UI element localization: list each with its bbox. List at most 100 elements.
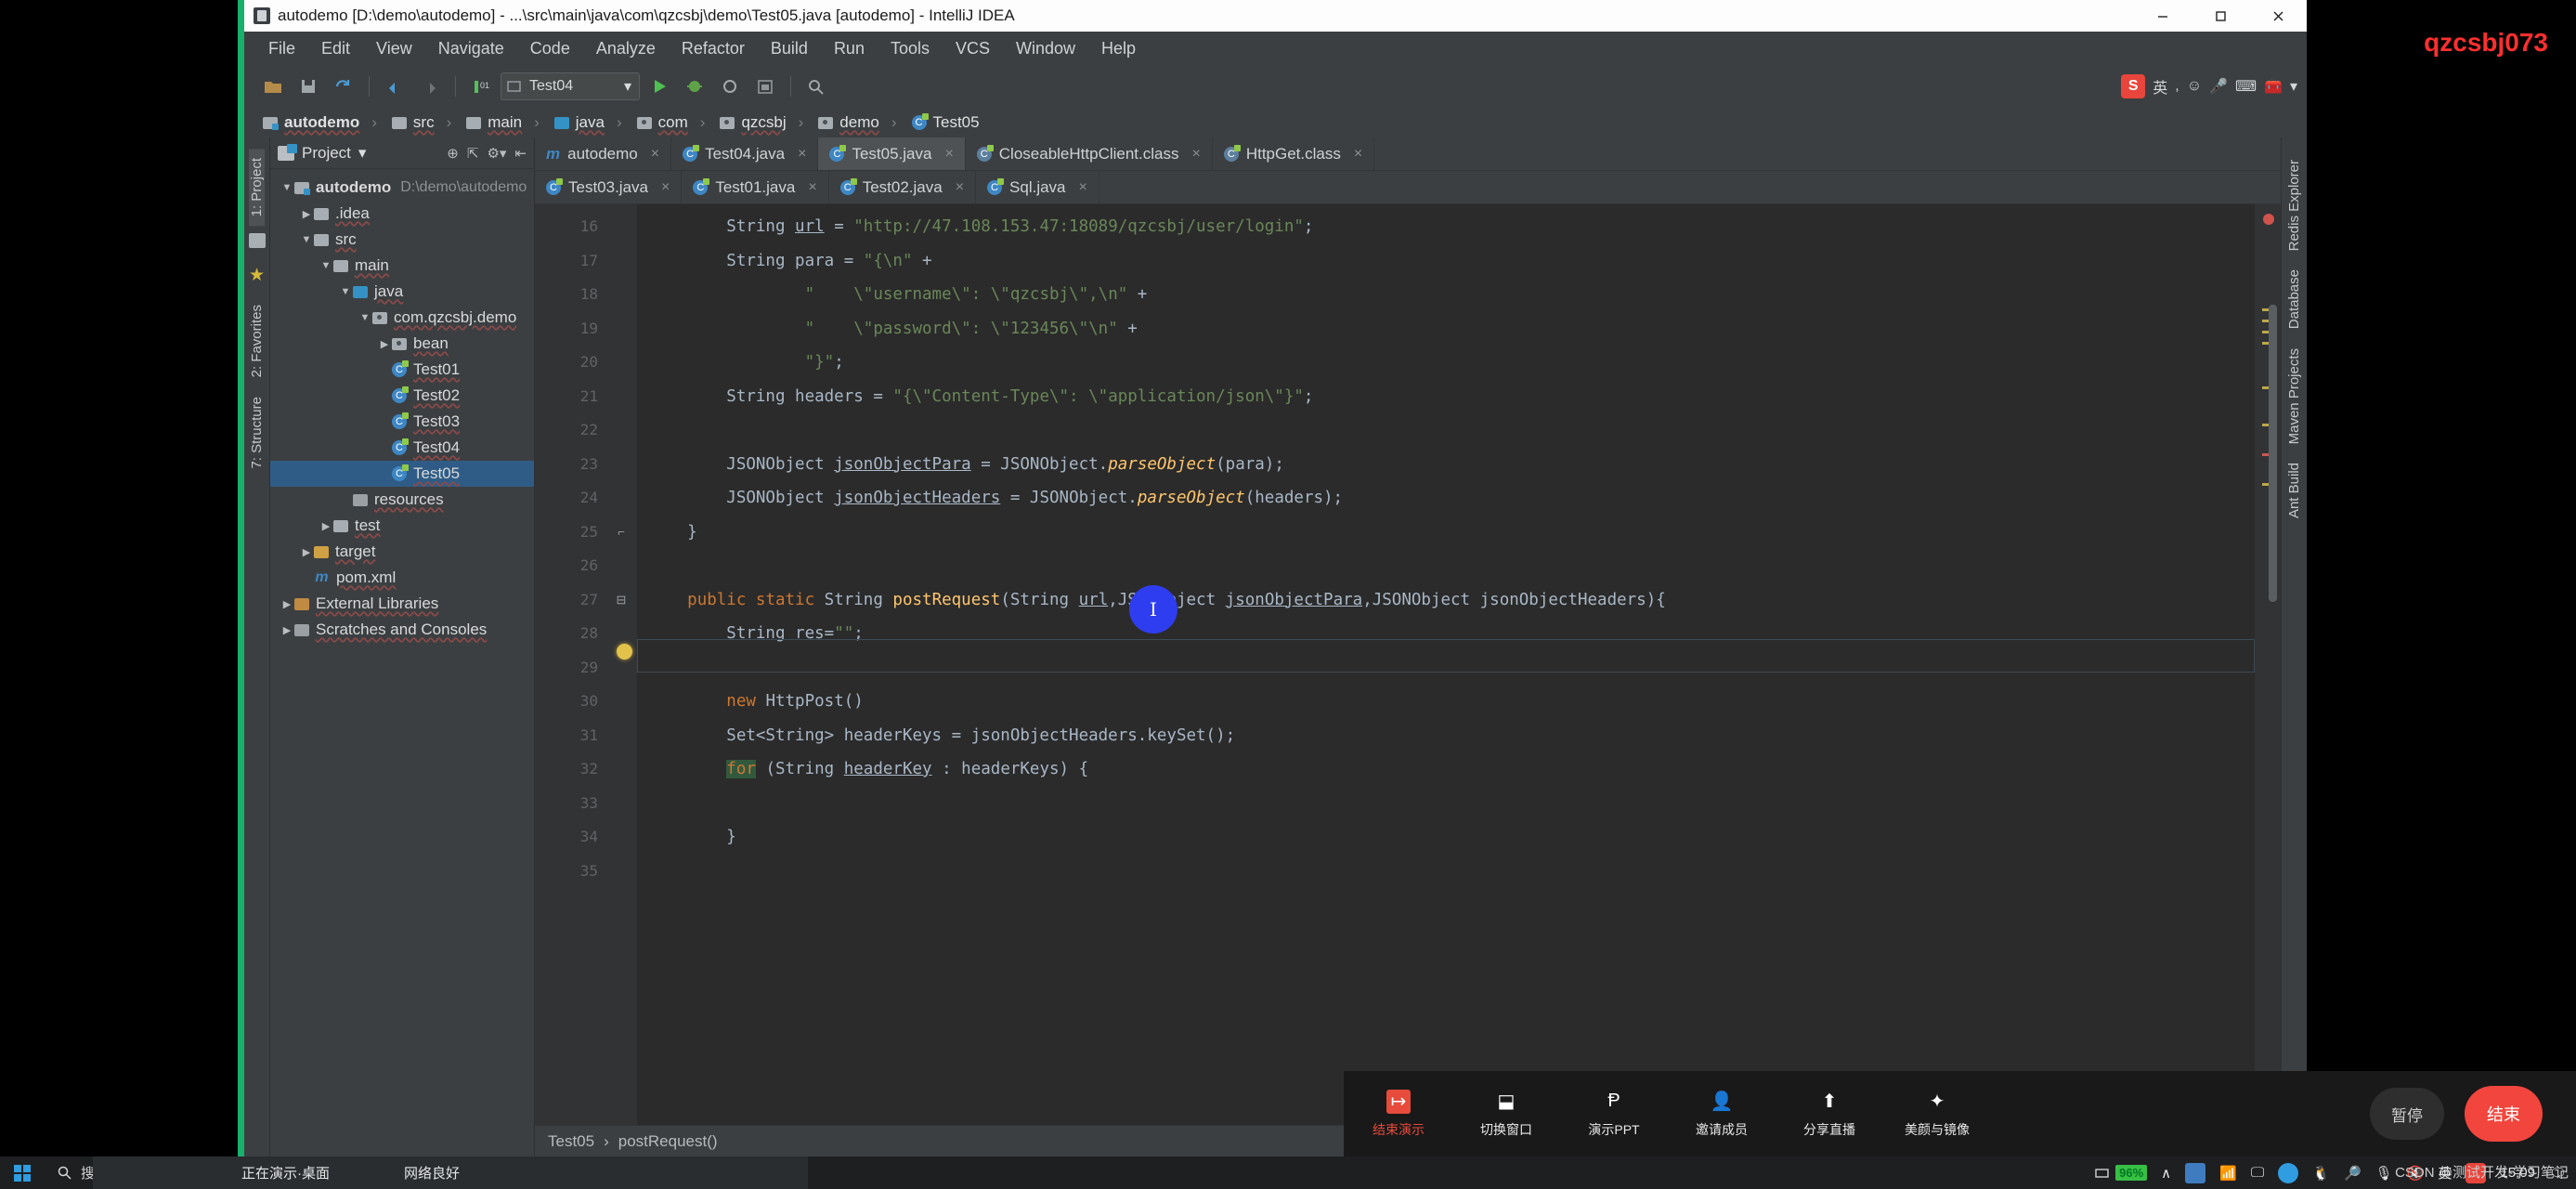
code-line[interactable]: String headers = "{\"Content-Type\": \"a… <box>648 380 2281 414</box>
code-line[interactable]: String url = "http://47.108.153.47:18089… <box>648 210 2281 244</box>
tree-toggle-icon[interactable]: ▼ <box>338 286 353 297</box>
code-line[interactable] <box>648 651 2281 686</box>
tray-penguin-icon[interactable]: 🐧 <box>2312 1165 2330 1182</box>
ime-language-label[interactable]: 英 <box>2153 75 2167 98</box>
tree-item-autodemo[interactable]: ▼ autodemo D:\demo\autodemo <box>270 175 534 201</box>
project-tree[interactable]: ▼ autodemo D:\demo\autodemo ▶ .idea ▼ src ▼ main… <box>270 169 534 643</box>
ime-mic-icon[interactable]: 🎤 <box>2209 77 2228 96</box>
tray-app-icon-1[interactable] <box>2185 1162 2206 1183</box>
close-button[interactable] <box>2249 0 2307 32</box>
tray-cloud-icon[interactable] <box>2278 1162 2299 1183</box>
tree-toggle-icon[interactable]: ▼ <box>358 312 372 323</box>
breadcrumb-item-demo[interactable]: demo › <box>814 111 905 134</box>
breadcrumb-item-qzcsbj[interactable]: qzcsbj › <box>716 111 813 134</box>
ime-emoji-icon[interactable]: ☺ <box>2187 78 2202 95</box>
ime-keyboard-icon[interactable]: ⌨ <box>2235 77 2257 96</box>
tree-item-external-libraries[interactable]: ▶ External Libraries <box>270 591 534 617</box>
tree-item-test01[interactable]: C Test01 <box>270 357 534 383</box>
editor-tab-test01-java[interactable]: C Test01.java × <box>682 171 829 203</box>
tree-item-test03[interactable]: C Test03 <box>270 409 534 435</box>
error-count-indicator[interactable] <box>2263 214 2274 225</box>
sidebar-item-redis-explorer[interactable]: Redis Explorer <box>2286 150 2302 260</box>
tree-item-test04[interactable]: C Test04 <box>270 435 534 461</box>
menu-help[interactable]: Help <box>1088 36 1149 61</box>
source-code-text[interactable]: String url = "http://47.108.153.47:18089… <box>637 204 2281 1125</box>
editor-tab-autodemo[interactable]: m autodemo × <box>535 137 672 170</box>
menu-navigate[interactable]: Navigate <box>425 36 517 61</box>
ime-more-icon[interactable]: ▾ <box>2290 77 2297 96</box>
close-icon[interactable]: × <box>651 146 659 163</box>
tree-item-src[interactable]: ▼ src <box>270 227 534 253</box>
sidebar-item-structure[interactable]: 7: Structure <box>249 387 265 478</box>
sync-icon[interactable] <box>328 72 359 101</box>
editor-tab-test04-java[interactable]: C Test04.java × <box>671 137 819 170</box>
editor-tab-test05-java[interactable]: C Test05.java × <box>818 137 966 170</box>
tray-search-icon[interactable]: 🔎 <box>2344 1165 2361 1182</box>
code-fold-icon[interactable]: ⌐ <box>605 516 637 550</box>
close-icon[interactable]: × <box>944 146 953 163</box>
tree-toggle-icon[interactable]: ▶ <box>299 208 314 220</box>
redo-icon[interactable] <box>414 72 446 101</box>
code-line[interactable]: } <box>648 516 2281 550</box>
menu-analyze[interactable]: Analyze <box>583 36 669 61</box>
code-line[interactable]: " \"password\": \"123456\"\n" + <box>648 312 2281 346</box>
close-icon[interactable]: × <box>1079 179 1087 196</box>
gear-icon[interactable]: ⚙▾ <box>487 145 506 162</box>
code-folding-gutter[interactable]: ⌐ ⊟ <box>605 204 637 1125</box>
close-icon[interactable]: × <box>1191 146 1200 163</box>
breadcrumb-item-java[interactable]: java › <box>551 111 631 134</box>
tree-item-test[interactable]: ▶ test <box>270 513 534 539</box>
tree-toggle-icon[interactable]: ▼ <box>280 182 294 193</box>
sidebar-item-maven-projects[interactable]: Maven Projects <box>2286 339 2302 453</box>
sidebar-item-database[interactable]: Database <box>2286 260 2302 338</box>
sidebar-item-ant-build[interactable]: Ant Build <box>2286 453 2302 528</box>
tree-toggle-icon[interactable]: ▶ <box>299 546 314 558</box>
code-line[interactable]: } <box>648 820 2281 855</box>
favorites-star-icon[interactable]: ★ <box>249 265 265 286</box>
end-button[interactable]: 结束 <box>2465 1086 2543 1142</box>
tray-expand-icon[interactable]: ∧ <box>2161 1165 2171 1182</box>
close-icon[interactable]: × <box>798 146 806 163</box>
share-live-button[interactable]: ⬆ 分享直播 <box>1801 1090 1858 1139</box>
tree-toggle-icon[interactable]: ▶ <box>280 598 294 610</box>
tree-item-bean[interactable]: ▶ bean <box>270 331 534 357</box>
close-icon[interactable]: × <box>956 179 964 196</box>
close-icon[interactable]: × <box>661 179 670 196</box>
code-editor[interactable]: 16 17 18 19 20 21 22 23 24 25 26 27 28 29 30 31 32 33 34 35… <box>535 204 2281 1125</box>
breadcrumb-class[interactable]: Test05 <box>548 1132 594 1151</box>
run-coverage-icon[interactable] <box>714 72 746 101</box>
battery-indicator[interactable]: 96% <box>2095 1165 2148 1181</box>
microphone-icon[interactable]: 🎙 <box>2375 1165 2393 1182</box>
search-everywhere-icon[interactable] <box>800 72 832 101</box>
tree-toggle-icon[interactable]: ▶ <box>377 338 392 350</box>
code-line[interactable] <box>648 787 2281 821</box>
tree-toggle-icon[interactable]: ▼ <box>319 260 333 271</box>
profile-icon[interactable] <box>749 72 781 101</box>
tree-item-java[interactable]: ▼ java <box>270 279 534 305</box>
code-line[interactable]: Set<String> headerKeys = jsonObjectHeade… <box>648 719 2281 753</box>
wifi-icon[interactable]: 📶 <box>2219 1165 2237 1182</box>
open-folder-icon[interactable] <box>257 72 289 101</box>
tree-item-target[interactable]: ▶ target <box>270 539 534 565</box>
invite-member-button[interactable]: 👤 邀请成员 <box>1693 1090 1750 1139</box>
menu-edit[interactable]: Edit <box>308 36 363 61</box>
breadcrumb-item-test05[interactable]: C Test05 <box>908 111 989 134</box>
editor-scrollbar-thumb[interactable] <box>2269 305 2277 602</box>
tree-item-test02[interactable]: C Test02 <box>270 383 534 409</box>
breadcrumb-item-src[interactable]: src › <box>388 111 461 134</box>
hide-panel-icon[interactable]: ⇤ <box>514 145 527 162</box>
editor-tab-test03-java[interactable]: C Test03.java × <box>535 171 683 203</box>
save-all-icon[interactable] <box>293 72 324 101</box>
chevron-down-icon[interactable]: ▾ <box>624 77 631 96</box>
close-icon[interactable]: × <box>1354 146 1362 163</box>
tree-item--idea[interactable]: ▶ .idea <box>270 201 534 227</box>
editor-tab-test02-java[interactable]: C Test02.java × <box>829 171 977 203</box>
present-ppt-button[interactable]: Ᵽ 演示PPT <box>1585 1090 1643 1139</box>
menu-file[interactable]: File <box>255 36 308 61</box>
switch-window-button[interactable]: ⬓ 切换窗口 <box>1477 1090 1535 1139</box>
code-line[interactable]: String para = "{\n" + <box>648 244 2281 279</box>
editor-tab-closeablehttpclient-class[interactable]: C CloseableHttpClient.class × <box>966 137 1213 170</box>
beauty-mirror-button[interactable]: ✦ 美颜与镜像 <box>1905 1090 1970 1139</box>
menu-view[interactable]: View <box>363 36 425 61</box>
tree-item-main[interactable]: ▼ main <box>270 253 534 279</box>
